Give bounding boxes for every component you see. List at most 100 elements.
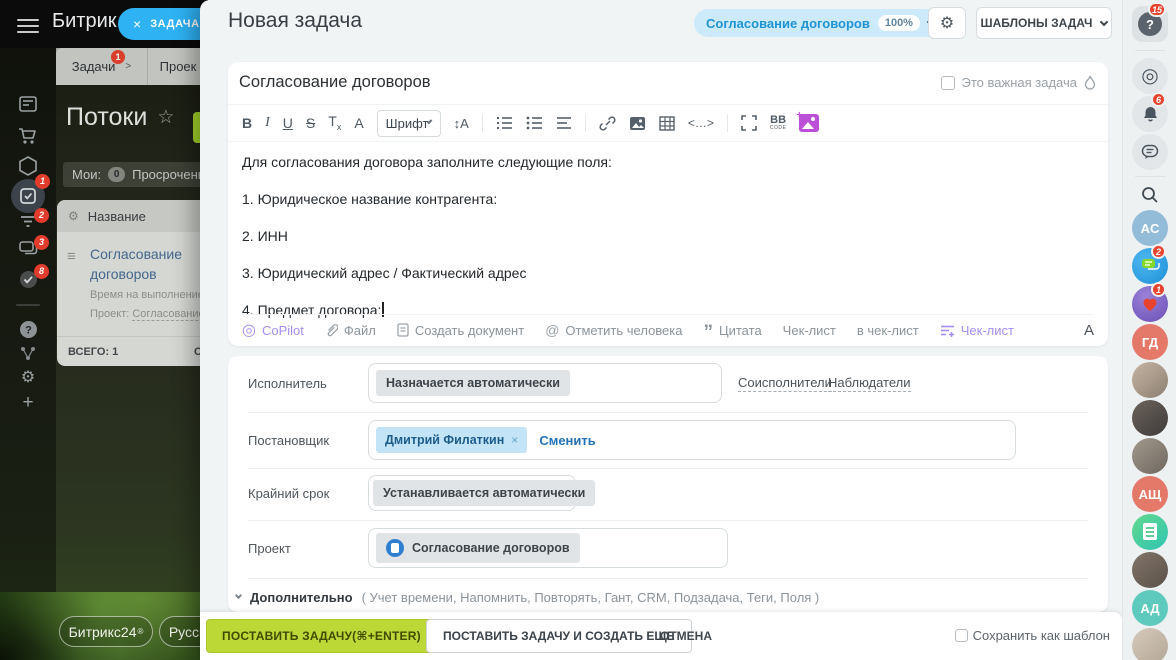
new-task-panel: Новая задача Согласование договоров 100%… [200, 0, 1122, 660]
submit-and-create-button[interactable]: ПОСТАВИТЬ ЗАДАЧУ И СОЗДАТЬ ЕЩЕ [426, 619, 692, 653]
tab-arrow: > [125, 61, 131, 72]
avatar[interactable]: АД [1132, 590, 1168, 626]
menu-icon[interactable] [17, 15, 39, 37]
feedback-button[interactable] [1132, 134, 1168, 170]
image-icon[interactable] [629, 116, 646, 131]
avatar[interactable]: ГД [1132, 324, 1168, 360]
crm-avatar[interactable]: 1 [1132, 286, 1168, 322]
settings-rail-icon[interactable]: ⚙ [0, 370, 56, 386]
avatar[interactable] [1132, 552, 1168, 588]
copilot-icon: ◎ [242, 320, 256, 340]
avatar[interactable] [1132, 438, 1168, 474]
help-rail-icon[interactable]: ? [0, 319, 56, 340]
clear-format-icon[interactable]: Tx [328, 114, 341, 132]
assignee-chip[interactable]: Назначается автоматически [376, 370, 570, 396]
task-description-editor[interactable]: Для согласования договора заполните след… [242, 154, 1082, 339]
crm-hexagon-icon[interactable] [0, 155, 56, 177]
text-settings-toggle[interactable]: A [1084, 322, 1094, 339]
deadline-input[interactable]: Устанавливается автоматически [368, 475, 576, 511]
change-creator-link[interactable]: Сменить [539, 433, 595, 448]
tasks-badge: 1 [35, 174, 50, 189]
create-document-button[interactable]: Создать документ [397, 323, 524, 338]
creator-input[interactable]: Дмитрий Филаткин × Сменить [368, 420, 1016, 460]
copilot-rail-button[interactable]: ◎ [1132, 58, 1168, 94]
avatar[interactable]: АЩ [1132, 476, 1168, 512]
italic-icon[interactable]: I [265, 116, 270, 130]
background-tabbar: Задачи 1 > Проек [56, 48, 208, 85]
align-icon[interactable] [556, 116, 572, 130]
document-icon [397, 323, 409, 337]
quote-button[interactable]: ” Цитата [704, 322, 762, 338]
save-as-template[interactable]: Сохранить как шаблон [955, 628, 1110, 643]
deadline-chip[interactable]: Устанавливается автоматически [373, 480, 595, 506]
text-color-icon[interactable]: A [354, 116, 363, 130]
messenger-avatar[interactable]: 2 [1132, 248, 1168, 284]
submit-task-button[interactable]: ПОСТАВИТЬ ЗАДАЧУ(⌘+ENTER) [206, 619, 437, 653]
avatar[interactable] [1132, 628, 1168, 660]
table-settings-icon[interactable]: ⚙ [68, 209, 79, 223]
avatar[interactable]: AC [1132, 210, 1168, 246]
avatar[interactable] [1132, 400, 1168, 436]
flow-selector[interactable]: Согласование договоров 100% [694, 9, 946, 37]
search-button[interactable] [1132, 180, 1168, 210]
document-bot-avatar[interactable] [1132, 514, 1168, 550]
help-button[interactable]: ? 15 [1132, 6, 1168, 42]
checklist-purple-button[interactable]: Чек-лист [940, 323, 1014, 338]
coexecutors-link[interactable]: Соисполнители [738, 375, 832, 392]
task-title-input[interactable]: Согласование договоров [239, 73, 431, 92]
done-tasks-icon[interactable]: 8 [0, 269, 56, 290]
help-badge: 15 [1148, 2, 1166, 17]
font-size-icon[interactable]: ↕A [454, 116, 469, 131]
underline-icon[interactable]: U [283, 116, 293, 130]
numbered-list-icon[interactable] [496, 115, 513, 131]
to-checklist-button[interactable]: в чек-лист [857, 323, 919, 338]
tab-tasks[interactable]: Задачи 1 > [56, 48, 148, 85]
table-icon[interactable] [659, 116, 675, 131]
save-template-checkbox[interactable] [955, 629, 968, 642]
font-select[interactable]: Шрифт [377, 110, 441, 137]
drag-handle-icon[interactable]: ≡ [67, 249, 83, 264]
notifications-button[interactable]: 6 [1132, 96, 1168, 132]
link-icon[interactable] [599, 115, 616, 132]
additional-section-toggle[interactable]: Дополнительно ( Учет времени, Напомнить,… [236, 590, 819, 605]
strikethrough-icon[interactable]: S [306, 116, 315, 130]
chat-rail-icon[interactable]: 3 [0, 240, 56, 259]
at-icon: @ [545, 322, 559, 338]
copilot-button[interactable]: ◎ CoPilot [242, 320, 304, 340]
project-chip[interactable]: Согласование договоров [376, 533, 580, 563]
attach-file-button[interactable]: Файл [325, 323, 376, 338]
expand-icon[interactable] [741, 115, 757, 131]
assignee-input[interactable]: Назначается автоматически [368, 363, 722, 403]
mention-person-button[interactable]: @ Отметить человека [545, 322, 682, 338]
funnel-icon[interactable]: 2 [0, 213, 56, 231]
favorite-star-icon[interactable]: ☆ [157, 106, 174, 129]
chevron-down-icon [1100, 17, 1108, 25]
bullet-list-icon[interactable] [526, 115, 543, 131]
close-icon[interactable]: × [133, 17, 141, 31]
tab-projects[interactable]: Проек [148, 48, 208, 85]
chevron-down-icon [235, 592, 242, 599]
checklist-button[interactable]: Чек-лист [783, 323, 836, 338]
bitrix24-brand-pill[interactable]: Битрикс24® [59, 616, 153, 647]
important-checkbox[interactable] [941, 76, 955, 90]
share-network-icon[interactable] [0, 345, 56, 363]
filter-row[interactable]: Мои: 0 Просрочены [63, 162, 208, 187]
ai-image-icon[interactable]: + [799, 114, 819, 132]
code-icon[interactable]: <…> [688, 117, 714, 129]
task-templates-button[interactable]: ШАБЛОНЫ ЗАДАЧ [976, 7, 1112, 39]
observers-link[interactable]: Наблюдатели [828, 375, 911, 392]
settings-button[interactable]: ⚙ [928, 7, 966, 39]
avatar[interactable] [1132, 362, 1168, 398]
bold-icon[interactable]: B [242, 116, 252, 130]
page-title: Новая задача [228, 9, 362, 33]
feed-icon[interactable] [0, 94, 56, 114]
task-link[interactable]: Согласование договоров [90, 244, 200, 284]
add-rail-icon[interactable]: + [0, 393, 56, 412]
remove-icon[interactable]: × [511, 433, 518, 447]
cancel-button[interactable]: ОТМЕНА [660, 629, 712, 643]
market-cart-icon[interactable] [0, 126, 56, 146]
creator-chip[interactable]: Дмитрий Филаткин × [376, 427, 527, 453]
table-row[interactable]: ≡ Согласование договоров Время на выполн… [57, 232, 208, 328]
bbcode-icon[interactable]: BBCODE [770, 115, 786, 131]
project-input[interactable]: Согласование договоров [368, 528, 728, 568]
